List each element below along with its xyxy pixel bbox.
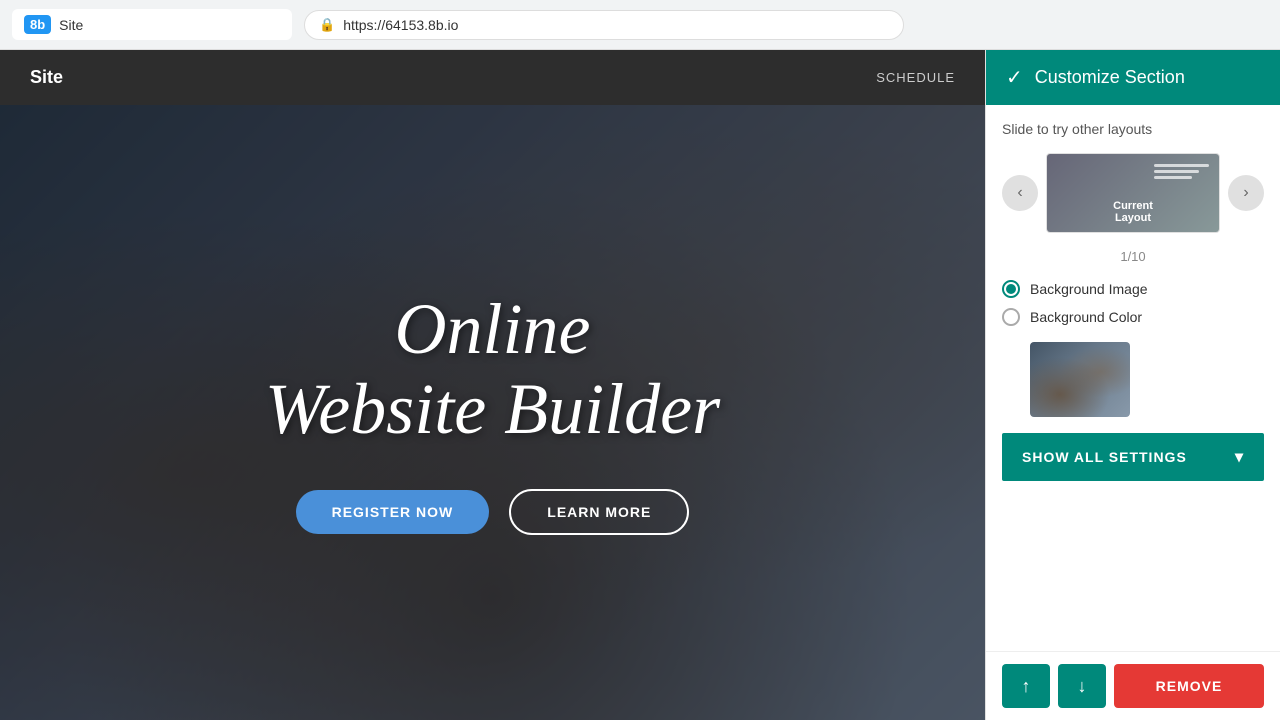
browser-tab[interactable]: 8b Site	[12, 9, 292, 40]
remove-button[interactable]: REMOVE	[1114, 664, 1264, 708]
move-up-button[interactable]: ↑	[1002, 664, 1050, 708]
background-options: Background Image Background Color	[1002, 280, 1264, 326]
preview-line-1	[1154, 164, 1209, 167]
background-color-option[interactable]: Background Color	[1002, 308, 1264, 326]
layout-counter: 1/10	[1002, 249, 1264, 264]
hero-content: Online Website Builder REGISTER NOW LEAR…	[0, 105, 985, 720]
chevron-down-icon: ▾	[1235, 447, 1244, 467]
hero-title: Online Website Builder	[265, 290, 720, 448]
layout-preview-bg: CurrentLayout	[1047, 154, 1219, 232]
main-area: Site SCHEDULE Online Website Builder REG…	[0, 50, 1280, 720]
background-color-radio[interactable]	[1002, 308, 1020, 326]
site-tab-label: Site	[59, 17, 83, 33]
background-thumbnail[interactable]	[1030, 342, 1130, 417]
check-icon: ✓	[1006, 65, 1023, 90]
slide-hint: Slide to try other layouts	[1002, 121, 1264, 137]
address-bar[interactable]: 🔒 https://64153.8b.io	[304, 10, 904, 40]
learn-more-button[interactable]: LEARN MORE	[509, 489, 689, 535]
layout-label: CurrentLayout	[1113, 200, 1153, 224]
move-down-button[interactable]: ↓	[1058, 664, 1106, 708]
panel-body: Slide to try other layouts ‹ CurrentLayo…	[986, 105, 1280, 651]
background-color-label: Background Color	[1030, 309, 1142, 325]
site-nav: Site SCHEDULE	[0, 50, 985, 105]
logo-8b: 8b	[24, 15, 51, 34]
site-nav-logo: Site	[30, 67, 876, 88]
prev-layout-button[interactable]: ‹	[1002, 175, 1038, 211]
panel-header: ✓ Customize Section	[986, 50, 1280, 105]
layout-slider: ‹ CurrentLayout ›	[1002, 153, 1264, 233]
site-nav-link[interactable]: SCHEDULE	[876, 70, 955, 85]
layout-preview-text	[1154, 164, 1209, 182]
next-layout-button[interactable]: ›	[1228, 175, 1264, 211]
background-image-label: Background Image	[1030, 281, 1148, 297]
register-button[interactable]: REGISTER NOW	[296, 490, 490, 534]
thumbnail-overlay	[1030, 342, 1130, 417]
preview-line-2	[1154, 170, 1199, 173]
site-preview: Site SCHEDULE Online Website Builder REG…	[0, 50, 985, 720]
url-text: https://64153.8b.io	[343, 17, 458, 33]
hero-section: Online Website Builder REGISTER NOW LEAR…	[0, 105, 985, 720]
lock-icon: 🔒	[319, 17, 335, 33]
show-settings-label: SHOW ALL SETTINGS	[1022, 449, 1187, 465]
hero-title-line1: Online	[395, 289, 591, 369]
show-all-settings-button[interactable]: SHOW ALL SETTINGS ▾	[1002, 433, 1264, 481]
background-image-option[interactable]: Background Image	[1002, 280, 1264, 298]
preview-line-3	[1154, 176, 1192, 179]
panel-footer: ↑ ↓ REMOVE	[986, 651, 1280, 720]
layout-preview: CurrentLayout	[1046, 153, 1220, 233]
customize-panel: ✓ Customize Section Slide to try other l…	[985, 50, 1280, 720]
panel-title: Customize Section	[1035, 67, 1185, 88]
thumbnail-image	[1030, 342, 1130, 417]
browser-bar: 8b Site 🔒 https://64153.8b.io	[0, 0, 1280, 50]
hero-title-line2: Website Builder	[265, 369, 720, 449]
background-image-radio[interactable]	[1002, 280, 1020, 298]
hero-buttons: REGISTER NOW LEARN MORE	[296, 489, 690, 535]
